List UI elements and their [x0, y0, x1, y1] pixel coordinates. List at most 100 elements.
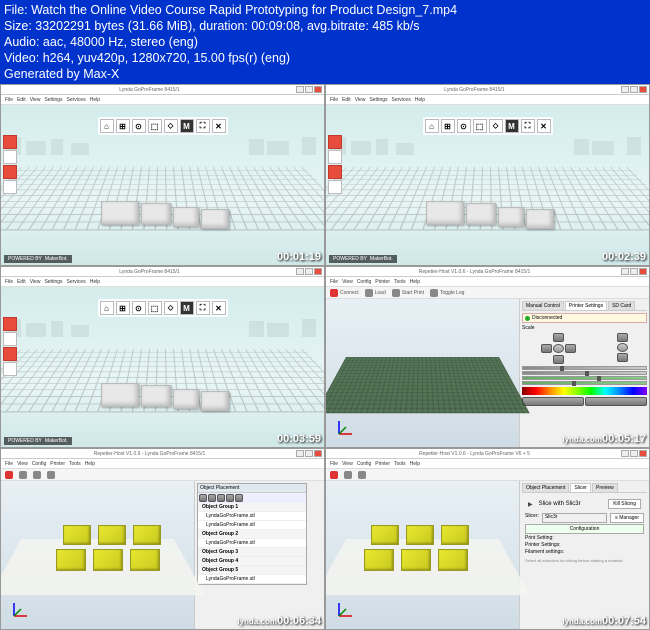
connect-icon[interactable] [330, 471, 338, 479]
model-part[interactable] [173, 207, 199, 227]
model-part[interactable] [201, 391, 229, 411]
scale-tool[interactable] [328, 165, 342, 179]
log-icon[interactable] [430, 289, 438, 297]
connect-icon[interactable] [5, 471, 13, 479]
jog-x-plus[interactable] [565, 344, 576, 353]
menu-services[interactable]: Services [67, 97, 86, 103]
rotate-button[interactable]: ⬦ [164, 119, 178, 133]
kill-slicing-button[interactable]: Kill Slicing [608, 499, 641, 509]
menu-settings[interactable]: Settings [369, 97, 387, 103]
tab-slicer[interactable]: Slicer [570, 483, 591, 492]
menu-printer[interactable]: Printer [375, 461, 390, 467]
menu-settings[interactable]: Settings [44, 97, 62, 103]
move-tool[interactable] [3, 135, 17, 149]
home-view-button[interactable]: ⌂ [100, 301, 114, 315]
model-object[interactable] [133, 525, 161, 545]
menu-config[interactable]: Config [357, 279, 371, 285]
model-part[interactable] [101, 383, 139, 407]
menu-services[interactable]: Services [67, 279, 86, 285]
model-object[interactable] [371, 525, 399, 545]
model-object[interactable] [93, 549, 123, 571]
3d-viewport[interactable] [1, 481, 194, 629]
close-button[interactable] [314, 450, 322, 457]
object-group[interactable]: Object Group 1 [198, 503, 306, 512]
maximize-button[interactable] [630, 86, 638, 93]
menu-help[interactable]: Help [90, 97, 100, 103]
model-part[interactable] [466, 203, 496, 225]
configure-button[interactable]: Configuration [525, 524, 644, 534]
close-button[interactable] [639, 450, 647, 457]
model-part[interactable] [141, 203, 171, 225]
exit-button[interactable]: ✕ [212, 119, 226, 133]
top-view-button[interactable]: ⊞ [441, 119, 455, 133]
remove-object-button[interactable] [208, 494, 216, 502]
manager-button[interactable]: ≡ Manager [610, 513, 644, 523]
load-icon[interactable] [365, 289, 373, 297]
menu-printer[interactable]: Printer [50, 461, 65, 467]
model-object[interactable] [441, 525, 469, 545]
rotate-tool[interactable] [3, 332, 17, 346]
makerbot-button[interactable]: M [180, 119, 194, 133]
minimize-button[interactable] [621, 450, 629, 457]
menu-edit[interactable]: Edit [17, 97, 26, 103]
rotate-tool[interactable] [3, 150, 17, 164]
autoposition-button[interactable] [226, 494, 234, 502]
menu-config[interactable]: Config [32, 461, 46, 467]
top-view-button[interactable]: ⊞ [116, 119, 130, 133]
object-group[interactable]: Object Group 5 [198, 566, 306, 575]
3d-viewport[interactable] [326, 481, 519, 629]
maximize-button[interactable] [630, 450, 638, 457]
center-button[interactable] [235, 494, 243, 502]
jog-z-plus[interactable] [617, 333, 628, 342]
3d-viewport[interactable]: ⌂ ⊞ ⊙ ⬚ ⬦ M ⛶ ✕ POWERED BY MakerBot. [1, 105, 324, 265]
front-view-button[interactable]: ⬚ [148, 119, 162, 133]
connect-icon[interactable] [330, 289, 338, 297]
menu-tools[interactable]: Tools [394, 461, 406, 467]
slice-button[interactable]: Slice with Slic3r [539, 501, 603, 507]
expand-button[interactable]: ⛶ [196, 119, 210, 133]
3d-viewport[interactable]: ⌂⊞⊙⬚⬦M⛶✕ POWERED BY MakerBot. [1, 287, 324, 447]
3d-viewport[interactable] [326, 299, 519, 447]
home-view-button[interactable]: ⌂ [100, 119, 114, 133]
object-item[interactable]: LyndaGoProFrame.stl [198, 539, 306, 548]
menu-help[interactable]: Help [410, 461, 420, 467]
menu-view[interactable]: View [17, 461, 28, 467]
feedrate-slider[interactable] [522, 376, 647, 380]
menu-services[interactable]: Services [392, 97, 411, 103]
slicer-select[interactable]: Slic3r [542, 513, 607, 523]
model-object[interactable] [63, 525, 91, 545]
top-view-button[interactable]: ⊞ [116, 301, 130, 315]
close-button[interactable] [639, 268, 647, 275]
minimize-button[interactable] [296, 268, 304, 275]
info-tool[interactable] [3, 362, 17, 376]
extrude-button[interactable] [522, 397, 584, 406]
menu-file[interactable]: File [330, 279, 338, 285]
side-view-button[interactable]: ⊙ [132, 301, 146, 315]
menu-view[interactable]: View [342, 461, 353, 467]
jog-z-minus[interactable] [617, 353, 628, 362]
object-item[interactable]: LyndaGoProFrame.stl [198, 512, 306, 521]
close-button[interactable] [314, 86, 322, 93]
menu-help[interactable]: Help [85, 461, 95, 467]
close-button[interactable] [314, 268, 322, 275]
print-icon[interactable] [33, 471, 41, 479]
tab-object[interactable]: Object Placement [522, 483, 569, 492]
jog-y-minus[interactable] [553, 355, 564, 364]
maximize-button[interactable] [305, 268, 313, 275]
rotate-button[interactable]: ⬦ [164, 301, 178, 315]
side-view-button[interactable]: ⊙ [457, 119, 471, 133]
model-part[interactable] [141, 385, 171, 407]
makerbot-button[interactable]: M [505, 119, 519, 133]
object-group[interactable]: Object Group 2 [198, 530, 306, 539]
model-object[interactable] [98, 525, 126, 545]
jog-home-z[interactable] [617, 343, 628, 352]
log-icon[interactable] [47, 471, 55, 479]
info-tool[interactable] [3, 180, 17, 194]
model-object[interactable] [401, 549, 431, 571]
load-icon[interactable] [19, 471, 27, 479]
model-object[interactable] [56, 549, 86, 571]
model-object[interactable] [364, 549, 394, 571]
minimize-button[interactable] [621, 86, 629, 93]
model-part[interactable] [101, 201, 139, 225]
add-object-button[interactable] [199, 494, 207, 502]
